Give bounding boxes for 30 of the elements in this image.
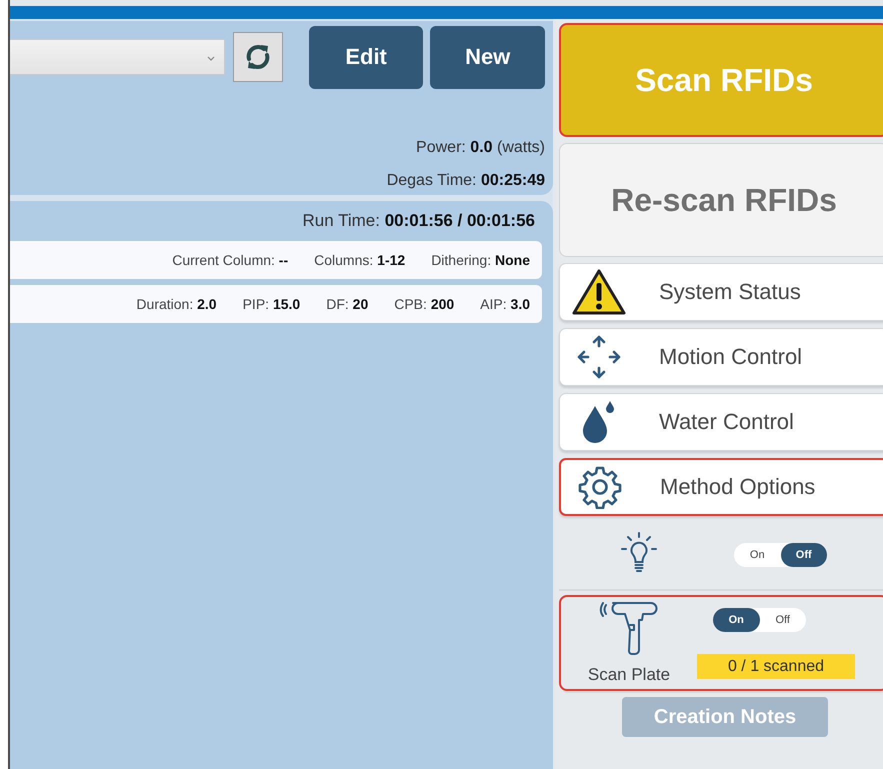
switch-option[interactable]: On (734, 543, 780, 567)
nav-button[interactable]: Water Control (559, 393, 883, 451)
nav-button[interactable]: Method Options (559, 458, 883, 516)
move-arrows-icon (576, 334, 622, 380)
info-text: PIP: 15.0 (242, 296, 300, 312)
toolbar-button[interactable]: Edit (308, 26, 424, 88)
warning-icon (571, 268, 627, 316)
dropdown-caret-icon (207, 56, 216, 61)
status-text: Degas Time: 00:25:49 (386, 171, 545, 191)
nav-button[interactable]: Motion Control (559, 328, 883, 386)
scan-plate-label: Scan Plate (588, 665, 670, 685)
nav-button[interactable]: System Status (559, 263, 883, 321)
info-text: AIP: 3.0 (480, 296, 530, 312)
refresh-button[interactable] (233, 32, 283, 82)
switch-option[interactable]: Off (760, 608, 806, 632)
status-text: Power: 0.0 (watts) (415, 138, 545, 158)
refresh-icon (244, 42, 272, 72)
info-text: Columns: 1-12 (314, 252, 406, 268)
scan-count-badge: 0 / 1 scanned (697, 654, 855, 678)
info-text: DF: 20 (326, 296, 368, 312)
settings-icon (578, 465, 622, 509)
info-text: Duration: 2.0 (136, 296, 217, 312)
switch-option[interactable]: On (713, 608, 760, 632)
info-text: CPB: 200 (394, 296, 454, 312)
barcode-scanner-icon (599, 601, 659, 657)
info-text: Current Column: -- (172, 252, 288, 268)
info-text: Dithering: None (431, 252, 530, 268)
switch-option[interactable]: Off (780, 543, 827, 567)
toolbar-button[interactable]: New (430, 26, 545, 88)
run-time-text: Run Time: 00:01:56 / 00:01:56 (302, 210, 536, 232)
